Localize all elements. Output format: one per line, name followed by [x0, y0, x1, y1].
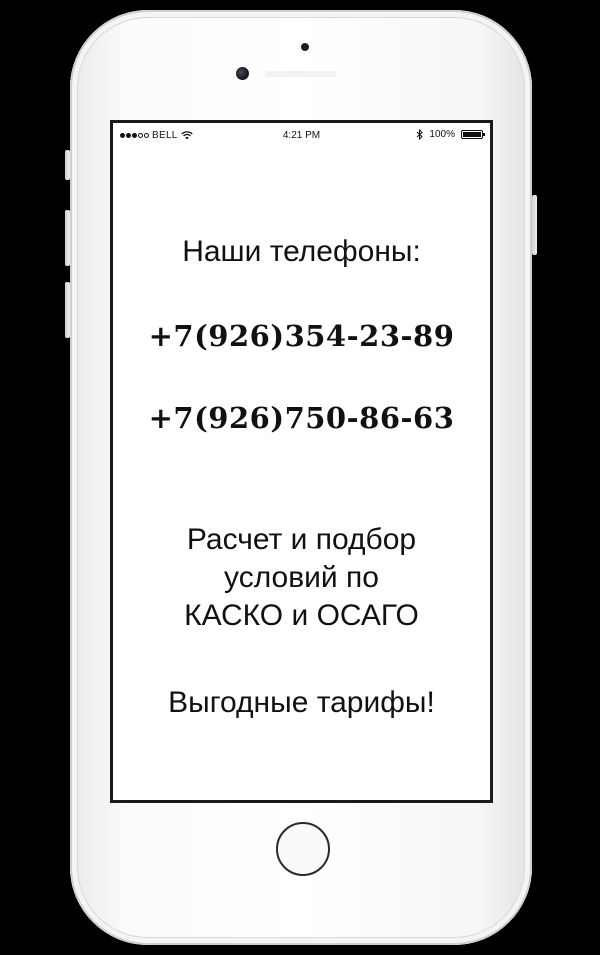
volume-up-button [65, 210, 70, 266]
power-button [532, 195, 537, 255]
mute-switch [65, 150, 70, 180]
battery-icon [461, 130, 485, 139]
screen: BELL 4:21 PM 100% Наши телефоны: +7(926)… [110, 120, 493, 803]
battery-percent: 100% [429, 129, 455, 140]
tagline: Выгодные тарифы! [168, 686, 435, 719]
promo-line: условий по [224, 561, 379, 594]
status-right: 100% [416, 129, 485, 140]
home-button[interactable] [276, 822, 330, 876]
promo-text: Расчет и подбор условий по КАСКО и ОСАГО [113, 521, 490, 635]
phones-heading: Наши телефоны: [182, 235, 421, 268]
front-camera [236, 67, 249, 80]
earpiece [265, 71, 337, 77]
promo-line: Расчет и подбор [186, 523, 417, 556]
phone-mockup: BELL 4:21 PM 100% Наши телефоны: +7(926)… [65, 10, 537, 945]
battery-level [463, 132, 481, 137]
phone-number-2: +7(926)750-86-63 [148, 401, 455, 435]
bluetooth-icon [417, 129, 424, 140]
proximity-sensor [301, 43, 309, 51]
phone-number-1: +7(926)354-23-89 [148, 319, 455, 353]
status-bar: BELL 4:21 PM 100% [113, 123, 490, 145]
promo-line: КАСКО и ОСАГО [184, 599, 419, 632]
volume-down-button [65, 282, 70, 338]
